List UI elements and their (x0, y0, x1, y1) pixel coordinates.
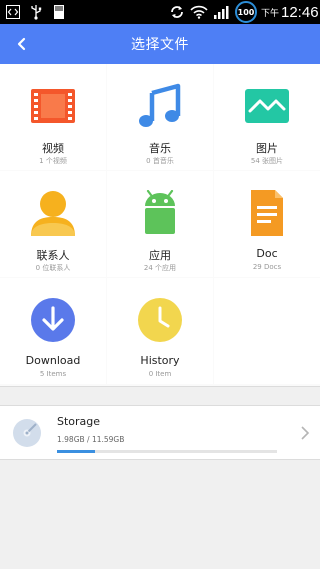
contact-icon (27, 187, 79, 239)
app-bar: 选择文件 (0, 24, 320, 64)
storage-name: Storage (57, 415, 101, 428)
signal-icon (212, 4, 230, 20)
category-grid: 视频 1 个视频 音乐 0 首音乐 图片 54 张图片 联系人 0 位联系人 应… (0, 64, 320, 386)
category-label: 视频 (42, 142, 64, 155)
storage-usage-bar (57, 450, 277, 453)
sd-card-icon (52, 4, 66, 20)
image-icon (241, 80, 293, 132)
category-count: 5 Items (39, 370, 67, 378)
category-tile-apps[interactable]: 应用 24 个应用 (107, 171, 213, 277)
category-count: 0 Item (148, 370, 172, 378)
category-tile-docs[interactable]: Doc 29 Docs (214, 171, 320, 277)
category-count: 54 张图片 (250, 157, 284, 165)
clock-time: 12:46 (281, 3, 319, 21)
category-tile-contacts[interactable]: 联系人 0 位联系人 (0, 171, 106, 277)
category-tile-history[interactable]: History 0 Item (107, 278, 213, 384)
sync-icon (168, 4, 186, 20)
category-label: History (140, 354, 180, 367)
status-bar: 100 下午 12:46 (0, 0, 320, 24)
category-label: 图片 (256, 142, 278, 155)
empty-tile (214, 278, 320, 384)
category-count: 0 首音乐 (146, 157, 174, 165)
category-count: 24 个应用 (143, 264, 177, 272)
category-label: Download (25, 354, 81, 367)
battery-icon: 100 (235, 1, 257, 23)
category-tile-video[interactable]: 视频 1 个视频 (0, 64, 106, 170)
category-tile-download[interactable]: Download 5 Items (0, 278, 106, 384)
category-tile-music[interactable]: 音乐 0 首音乐 (107, 64, 213, 170)
category-label: 应用 (149, 249, 171, 262)
disk-icon (12, 418, 42, 448)
document-icon (241, 187, 293, 239)
divider (0, 386, 320, 387)
category-count: 29 Docs (252, 263, 282, 271)
category-label: 联系人 (36, 249, 70, 262)
usb-icon (28, 4, 44, 20)
page-title: 选择文件 (131, 37, 189, 53)
code-icon (5, 4, 21, 20)
category-label: 音乐 (149, 142, 171, 155)
category-tile-image[interactable]: 图片 54 张图片 (214, 64, 320, 170)
wifi-icon (190, 4, 208, 20)
storage-item[interactable]: Storage 1.98GB / 11.59GB (0, 405, 320, 460)
storage-usage-fill (57, 450, 95, 453)
category-count: 0 位联系人 (35, 264, 71, 272)
category-label: Doc (256, 247, 278, 260)
music-icon (134, 80, 186, 132)
android-icon (134, 187, 186, 239)
storage-size: 1.98GB / 11.59GB (57, 435, 125, 444)
clock-icon (134, 294, 186, 346)
clock-ampm: 下午 (261, 8, 280, 19)
download-icon (27, 294, 79, 346)
video-icon (27, 80, 79, 132)
category-count: 1 个视频 (39, 157, 67, 165)
chevron-right-icon (298, 424, 312, 442)
